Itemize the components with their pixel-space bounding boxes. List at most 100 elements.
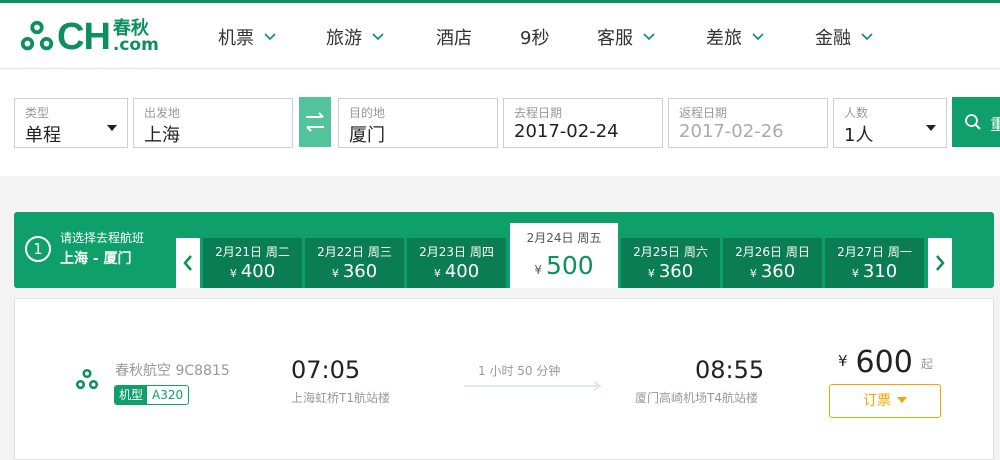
date-option-0224-selected[interactable]: 2月24日 周五 ¥500 <box>510 223 618 288</box>
search-button[interactable]: 重 <box>952 97 1000 147</box>
chevron-left-icon <box>183 255 192 271</box>
nav-label: 9秒 <box>520 28 550 49</box>
field-label: 人数 <box>844 106 869 120</box>
depart-date-input[interactable]: 去程日期 2017-02-24 <box>503 98 663 148</box>
date-option-0225[interactable]: 2月25日 周六 ¥360 <box>621 238 720 288</box>
date-label: 2月25日 周六 <box>633 245 708 259</box>
chevron-right-icon <box>936 255 945 271</box>
airline-flight-number: 春秋航空 9C8815 <box>115 363 230 379</box>
arrival-airport: 厦门高崎机场T4航站楼 <box>635 391 758 405</box>
date-price: 310 <box>862 261 898 282</box>
field-label: 出发地 <box>144 106 181 120</box>
departure-time: 07:05 <box>291 356 361 384</box>
caret-down-icon <box>926 125 936 131</box>
date-price: 360 <box>342 261 378 282</box>
nav-item-service[interactable]: 客服 <box>597 3 655 71</box>
departure-airport: 上海虹桥T1航站楼 <box>291 391 390 405</box>
aircraft-label: 机型 <box>115 386 148 404</box>
currency-symbol: ¥ <box>433 267 441 280</box>
nav-item-flights[interactable]: 机票 <box>218 3 276 71</box>
nav-item-business-travel[interactable]: 差旅 <box>706 3 764 71</box>
price-value: 600 <box>855 345 913 380</box>
date-price: 360 <box>658 261 694 282</box>
book-button[interactable]: 订票 <box>829 384 941 418</box>
currency-symbol: ¥ <box>749 267 757 280</box>
nav-item-hotel[interactable]: 酒店 <box>436 3 472 71</box>
nav-label: 差旅 <box>706 28 742 49</box>
nav-label: 旅游 <box>326 28 362 49</box>
nav-item-travel[interactable]: 旅游 <box>326 3 384 71</box>
field-value: 上海 <box>144 125 180 146</box>
spring-airlines-logo[interactable]: CH 春秋 .com <box>18 17 159 57</box>
date-label: 2月26日 周日 <box>735 245 810 259</box>
nav-label: 机票 <box>218 28 254 49</box>
caret-down-icon <box>897 397 907 403</box>
currency-symbol: ¥ <box>331 267 339 280</box>
select-outbound-prompt: 请选择去程航班 <box>60 231 145 245</box>
date-price: 360 <box>760 261 796 282</box>
currency-symbol: ¥ <box>851 267 859 280</box>
date-label: 2月21日 周二 <box>215 245 290 259</box>
flight-duration: 1 小时 50 分钟 <box>478 364 561 378</box>
currency-symbol: ¥ <box>229 267 237 280</box>
field-label: 返程日期 <box>679 106 728 120</box>
nav-label: 酒店 <box>436 28 472 49</box>
currency-symbol: ¥ <box>838 352 848 370</box>
origin-input[interactable]: 出发地 上海 <box>133 98 293 148</box>
nav-item-finance[interactable]: 金融 <box>815 3 873 71</box>
field-value: 1人 <box>844 125 874 146</box>
chevron-down-icon <box>264 33 276 41</box>
search-icon <box>965 114 981 130</box>
field-value: 2017-02-24 <box>514 121 619 142</box>
return-date-input[interactable]: 返程日期 2017-02-26 <box>668 98 828 148</box>
date-option-0226[interactable]: 2月26日 周日 ¥360 <box>723 238 822 288</box>
field-value: 厦门 <box>349 125 385 146</box>
chevron-down-icon <box>372 33 384 41</box>
next-dates-button[interactable] <box>928 238 952 288</box>
search-button-label: 重 <box>990 115 1000 134</box>
route-label: 上海 - 厦门 <box>60 251 132 267</box>
destination-input[interactable]: 目的地 厦门 <box>338 98 498 148</box>
airline-logo-icon <box>75 368 99 390</box>
logo-domain-text: .com <box>112 35 159 55</box>
prev-dates-button[interactable] <box>176 238 200 288</box>
caret-down-icon <box>107 125 117 131</box>
date-option-0227[interactable]: 2月27日 周一 ¥310 <box>825 238 924 288</box>
chevron-down-icon <box>861 33 873 41</box>
duration-arrow-icon <box>464 381 602 391</box>
date-option-0222[interactable]: 2月22日 周三 ¥360 <box>305 238 404 288</box>
date-price: 500 <box>545 251 594 280</box>
field-label: 去程日期 <box>514 106 563 120</box>
nav-label: 金融 <box>815 28 851 49</box>
spring-logo-icon <box>20 20 54 51</box>
nav-label: 客服 <box>597 28 633 49</box>
date-label: 2月22日 周三 <box>317 245 392 259</box>
field-value: 2017-02-26 <box>679 121 784 142</box>
aircraft-type-badge[interactable]: 机型 A320 <box>114 385 190 405</box>
currency-symbol: ¥ <box>534 263 542 277</box>
trip-type-select[interactable]: 类型 单程 <box>14 98 128 148</box>
nav-item-9sec[interactable]: 9秒 <box>520 3 549 71</box>
date-label: 2月27日 周一 <box>837 245 912 259</box>
field-value: 单程 <box>25 125 61 146</box>
chevron-down-icon <box>752 33 764 41</box>
logo-text: CH <box>57 16 111 58</box>
date-price: 400 <box>240 261 276 282</box>
arrival-time: 08:55 <box>695 356 765 384</box>
date-label: 2月24日 周五 <box>526 231 602 245</box>
field-label: 目的地 <box>349 106 386 120</box>
top-navigation-bar: CH 春秋 .com 机票 旅游 酒店 9秒 客服 差旅 金融 <box>0 0 1000 68</box>
passenger-count-select[interactable]: 人数 1人 <box>833 98 947 148</box>
currency-symbol: ¥ <box>647 267 655 280</box>
lowest-price: ¥600 起 <box>838 345 933 380</box>
date-option-0223[interactable]: 2月23日 周四 ¥400 <box>407 238 506 288</box>
date-price: 400 <box>444 261 480 282</box>
chevron-down-icon <box>643 33 655 41</box>
step-number-badge: 1 <box>25 236 51 262</box>
date-option-0221[interactable]: 2月21日 周二 ¥400 <box>203 238 302 288</box>
date-label: 2月23日 周四 <box>419 245 494 259</box>
flight-search-panel: 类型 单程 出发地 上海 目的地 厦门 去程日期 2017-02-24 返程日期… <box>0 68 1000 176</box>
price-suffix: 起 <box>920 357 933 371</box>
swap-cities-button[interactable] <box>299 97 331 147</box>
book-button-label: 订票 <box>863 393 891 409</box>
